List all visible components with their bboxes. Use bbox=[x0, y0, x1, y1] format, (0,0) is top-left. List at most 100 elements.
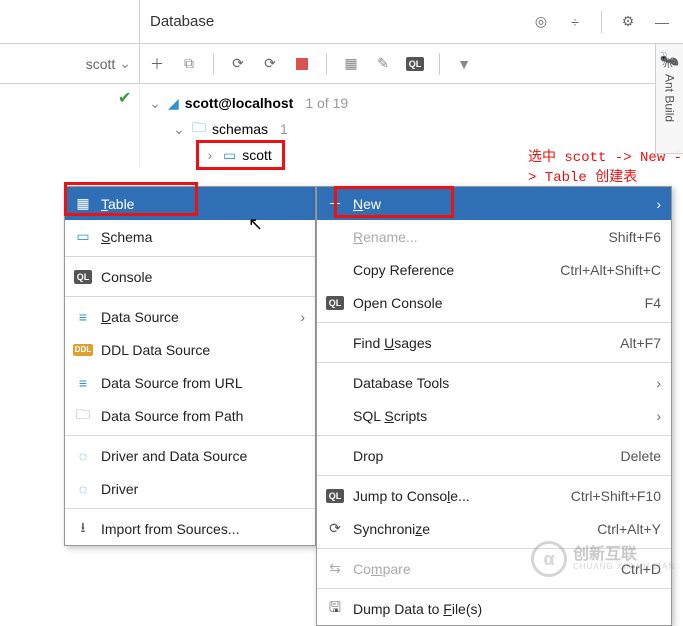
menu-item-drop[interactable]: DropDelete bbox=[317, 439, 671, 472]
wrench-refresh-icon[interactable]: ⟳ bbox=[259, 53, 281, 75]
duplicate-icon[interactable]: ⧉ bbox=[178, 53, 200, 75]
ql-icon: QL bbox=[325, 489, 345, 503]
chevron-down-icon: ⌄ bbox=[172, 121, 186, 138]
menu-separator bbox=[317, 475, 671, 476]
target-icon[interactable]: ◎ bbox=[530, 11, 552, 33]
chevron-right-icon: › bbox=[656, 375, 661, 391]
menu-item-label: Rename... bbox=[353, 229, 600, 245]
scope-label[interactable]: scott bbox=[86, 56, 116, 72]
ql-toolbar-icon[interactable]: QL bbox=[404, 53, 426, 75]
menu-item-label: Data Source from Path bbox=[101, 408, 305, 424]
menu-item-rename[interactable]: Rename... Shift+F6 bbox=[317, 220, 671, 253]
menu-separator bbox=[317, 435, 671, 436]
menu-item-openconsole[interactable]: QLOpen ConsoleF4 bbox=[317, 286, 671, 319]
side-tab-ant-build[interactable]: 🐜 Ant Build bbox=[655, 44, 683, 154]
menu-item-label: Console bbox=[101, 269, 305, 285]
plus-icon: ＋ bbox=[325, 194, 345, 214]
chevron-down-icon[interactable]: ⌄ bbox=[119, 55, 131, 72]
menu-item-findusages[interactable]: Find Usages Alt+F7 bbox=[317, 326, 671, 359]
tree-scott-label: scott bbox=[242, 147, 272, 163]
menu-item-table[interactable]: ▦Table bbox=[65, 187, 315, 220]
menu-item-driver[interactable]: ◌Driver bbox=[65, 472, 315, 505]
database-driver-icon: ◢ bbox=[168, 95, 179, 112]
menu-item-jumpconsole[interactable]: QL Jump to Console... Ctrl+Shift+F10 bbox=[317, 479, 671, 512]
tree-root-label: scott@localhost bbox=[185, 95, 294, 111]
filter-icon[interactable]: ▼ bbox=[453, 53, 475, 75]
menu-separator bbox=[317, 588, 671, 589]
menu-shortcut: Ctrl+Alt+Y bbox=[597, 521, 661, 537]
side-tab-label: Ant Build bbox=[663, 74, 677, 122]
collapse-icon[interactable]: ÷ bbox=[564, 11, 586, 33]
ddl-icon: DDL bbox=[73, 344, 93, 356]
driver-icon: ◌ bbox=[73, 448, 93, 464]
menu-separator bbox=[317, 322, 671, 323]
disks-icon: ≡ bbox=[73, 375, 93, 391]
separator bbox=[326, 53, 327, 75]
menu-item-dump[interactable]: 🖫Dump Data to File(s) bbox=[317, 592, 671, 625]
schema-icon: ▭ bbox=[223, 147, 236, 164]
schema-icon: ▭ bbox=[73, 228, 93, 245]
menu-item-label: Data Source from URL bbox=[101, 375, 305, 391]
folder-gray-icon: 🗀 bbox=[73, 404, 93, 428]
menu-item-import[interactable]: ⭳ Import from Sources... bbox=[65, 512, 315, 545]
menu-separator bbox=[65, 296, 315, 297]
menu-item-label: Import from Sources... bbox=[101, 521, 305, 537]
disks-icon: ≡ bbox=[73, 309, 93, 325]
stop-icon[interactable] bbox=[291, 53, 313, 75]
menu-item-copyref[interactable]: Copy ReferenceCtrl+Alt+Shift+C bbox=[317, 253, 671, 286]
add-icon[interactable]: ＋ bbox=[146, 53, 168, 75]
menu-shortcut: Shift+F6 bbox=[608, 229, 661, 245]
menu-item-ddl[interactable]: DDLDDL Data Source bbox=[65, 333, 315, 366]
menu-item-label: Find Usages bbox=[353, 335, 612, 351]
menu-item-driver-ds[interactable]: ◌ Driver and Data Source bbox=[65, 439, 315, 472]
tree-schemas-count: 1 bbox=[280, 121, 288, 137]
tree-schemas-row[interactable]: ⌄ 🗀 schemas 1 bbox=[148, 116, 683, 142]
tree-schemas-label: schemas bbox=[212, 121, 268, 137]
menu-item-label: Jump to Console... bbox=[353, 488, 563, 504]
menu-item-label: Table bbox=[101, 196, 305, 212]
panel-title: Database bbox=[150, 13, 214, 30]
chevron-right-icon: › bbox=[656, 408, 661, 424]
menu-item-url[interactable]: ≡ Data Source from URL bbox=[65, 366, 315, 399]
menu-item-sqlscripts[interactable]: SQL Scripts› bbox=[317, 399, 671, 432]
refresh-icon[interactable]: ⟳ bbox=[227, 53, 249, 75]
menu-item-console[interactable]: QL Console bbox=[65, 260, 315, 293]
menu-separator bbox=[65, 435, 315, 436]
folder-icon: 🗀 bbox=[192, 117, 206, 141]
menu-item-path[interactable]: 🗀 Data Source from Path bbox=[65, 399, 315, 432]
separator bbox=[439, 53, 440, 75]
menu-item-label: Database Tools bbox=[353, 375, 648, 391]
tree-root-row[interactable]: ⌄ ◢ scott@localhost 1 of 19 bbox=[148, 90, 683, 116]
menu-item-new[interactable]: ＋ New › bbox=[317, 187, 671, 220]
chevron-right-icon: › bbox=[300, 309, 305, 325]
menu-item-label: Driver bbox=[101, 481, 305, 497]
menu-shortcut: Ctrl+Shift+F10 bbox=[571, 488, 661, 504]
menu-item-label: New bbox=[353, 196, 648, 212]
menu-shortcut: Alt+F7 bbox=[620, 335, 661, 351]
table-view-icon[interactable]: ▦ bbox=[340, 53, 362, 75]
minimize-icon[interactable]: — bbox=[651, 11, 673, 33]
chevron-right-icon: › bbox=[656, 196, 661, 212]
menu-shortcut: Delete bbox=[621, 448, 661, 464]
menu-separator bbox=[65, 256, 315, 257]
compare-icon: ⇆ bbox=[325, 560, 345, 577]
import-icon: ⭳ bbox=[73, 517, 93, 541]
edit-icon[interactable]: ✎ bbox=[372, 53, 394, 75]
menu-item-label: Dump Data to File(s) bbox=[353, 601, 661, 617]
gear-icon[interactable]: ⚙ bbox=[617, 11, 639, 33]
menu-separator bbox=[317, 362, 671, 363]
tree-root-count: 1 of 19 bbox=[305, 95, 348, 111]
ql-icon: QL bbox=[325, 296, 345, 310]
separator bbox=[601, 11, 602, 33]
chevron-right-icon: › bbox=[203, 147, 217, 163]
ant-icon: 🐜 bbox=[660, 50, 680, 70]
menu-item-schema[interactable]: ▭Schema bbox=[65, 220, 315, 253]
tree-scott-row[interactable]: › ▭ scott 选中 scott -> New -> Table 创建表 bbox=[148, 142, 683, 168]
menu-item-label: Driver and Data Source bbox=[101, 448, 305, 464]
menu-item-dbtools[interactable]: Database Tools › bbox=[317, 366, 671, 399]
check-icon: ✔ bbox=[118, 88, 131, 108]
menu-item-datasource[interactable]: ≡Data Source› bbox=[65, 300, 315, 333]
ql-icon: QL bbox=[73, 270, 93, 284]
sync-icon: ⟳ bbox=[325, 520, 345, 537]
menu-item-label: Copy Reference bbox=[353, 262, 552, 278]
